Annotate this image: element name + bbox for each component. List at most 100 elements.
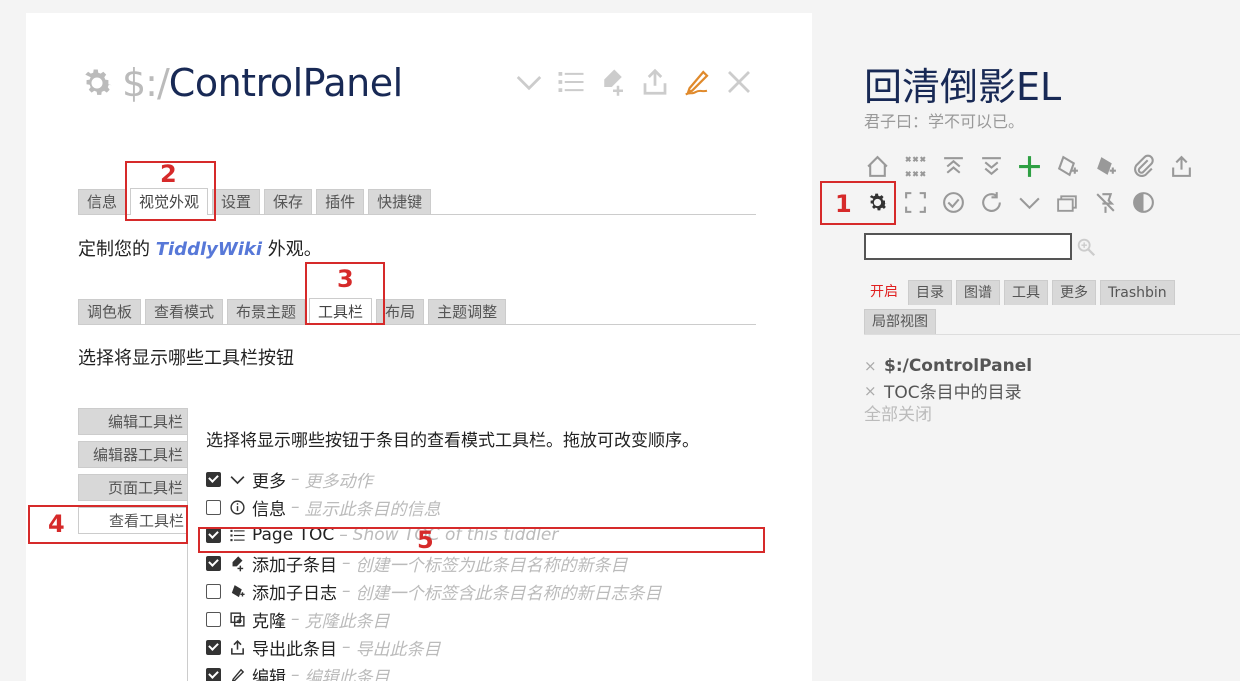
paperclip-icon: [1134, 154, 1154, 177]
open-item-label[interactable]: $:/ControlPanel: [884, 356, 1032, 376]
tiddlywiki-link[interactable]: TiddlyWiki: [156, 239, 262, 260]
new-here-button[interactable]: [596, 65, 630, 99]
edit-icon: [228, 666, 246, 681]
vtab-view-toolbar[interactable]: 查看工具栏: [78, 507, 188, 534]
tiddler-toolbar: [512, 65, 756, 99]
checkbox[interactable]: [206, 639, 221, 655]
option-description: Show TOC of this tiddler: [352, 525, 559, 545]
layout-button[interactable]: [1054, 189, 1081, 216]
checkbox[interactable]: [206, 499, 221, 515]
tab-settings[interactable]: 设置: [212, 189, 261, 214]
close-all-link[interactable]: 全部关闭: [864, 403, 1032, 428]
tab-theme-tweaks[interactable]: 主题调整: [428, 299, 507, 324]
page-toc-button[interactable]: [554, 65, 588, 99]
tab-view-mode[interactable]: 查看模式: [145, 299, 224, 324]
open-item-label[interactable]: TOC条目中的目录: [884, 378, 1022, 403]
close-item-icon[interactable]: ×: [864, 382, 877, 400]
clone-icon: [228, 610, 246, 628]
export-button[interactable]: [638, 65, 672, 99]
option-separator: –: [342, 581, 351, 601]
home-button[interactable]: [864, 153, 891, 180]
page-toolbar: [864, 150, 1204, 222]
checkbox[interactable]: [206, 471, 221, 487]
desc1-post: 外观。: [262, 239, 322, 260]
sidebar-tab-more[interactable]: 更多: [1052, 280, 1096, 305]
checkbox[interactable]: [206, 555, 221, 571]
toolbar-option-row[interactable]: Page TOC – Show TOC of this tiddler: [206, 521, 806, 549]
fullscreen-button[interactable]: [902, 189, 929, 216]
check-circle-icon: [943, 191, 964, 213]
toolbar-option-row[interactable]: 信息 – 显示此条目的信息: [206, 493, 806, 521]
unpin-icon: [1096, 192, 1115, 213]
more-page-button[interactable]: [1016, 189, 1043, 216]
no-tags-button[interactable]: [1092, 189, 1119, 216]
toolbar-option-row[interactable]: 添加子条目 – 创建一个标签为此条目名称的新条目: [206, 549, 806, 577]
fullscreen-icon: [905, 191, 926, 213]
option-separator: –: [339, 525, 348, 545]
tab-theme[interactable]: 布景主题: [227, 299, 306, 324]
gear-icon: [85, 69, 112, 95]
open-item-toc[interactable]: × TOC条目中的目录: [864, 378, 1032, 404]
import-button[interactable]: [1130, 153, 1157, 180]
tiddler-control-panel: $:/ ControlPanel 信息 视觉外观 设置 保存 插件 快捷键 定制…: [26, 13, 812, 681]
new-tiddler-button[interactable]: [1016, 153, 1043, 180]
chevron-down-icon: [1019, 197, 1040, 209]
new-journal-icon: [1057, 155, 1078, 176]
toolbar-option-row[interactable]: 更多 – 更多动作: [206, 465, 806, 493]
sidebar-tab-trashbin[interactable]: Trashbin: [1100, 280, 1175, 305]
sidebar-tab-open[interactable]: 开启: [864, 280, 904, 305]
vtab-editor-toolbar[interactable]: 编辑器工具栏: [78, 441, 187, 468]
view-toolbar-panel: 选择将显示哪些按钮于条目的查看模式工具栏。拖放可改变顺序。 更多 – 更多动作 信息 –…: [206, 426, 806, 681]
tab-info[interactable]: 信息: [78, 189, 127, 214]
edit-button[interactable]: [680, 65, 714, 99]
sidebar-tab-local-view[interactable]: 局部视图: [864, 309, 936, 334]
toolbar-button-list: 更多 – 更多动作 信息 – 显示此条目的信息 Page TOC – Show TOC of t…: [206, 465, 806, 681]
toolbar-option-row[interactable]: 克隆 – 克隆此条目: [206, 605, 806, 633]
fold-all-button[interactable]: [940, 153, 967, 180]
close-all-button[interactable]: [902, 153, 929, 180]
search-input[interactable]: [864, 233, 1072, 260]
search-icon[interactable]: [1075, 236, 1097, 258]
done-button[interactable]: [940, 189, 967, 216]
sidebar-tab-tools[interactable]: 工具: [1004, 280, 1048, 305]
sidebar-tab-graph[interactable]: 图谱: [956, 280, 1000, 305]
new-image-icon: [1097, 156, 1116, 175]
option-label: 编辑: [252, 667, 286, 681]
tab-saving[interactable]: 保存: [264, 189, 313, 214]
checkbox[interactable]: [206, 527, 221, 543]
option-label: 更多: [252, 471, 286, 492]
toolbar-option-row[interactable]: 添加子日志 – 创建一个标签含此条目名称的新日志条目: [206, 577, 806, 605]
checkbox[interactable]: [206, 583, 221, 599]
chevron-down-icon: [516, 76, 542, 91]
close-button[interactable]: [722, 65, 756, 99]
checkbox[interactable]: [206, 667, 221, 681]
unfold-all-button[interactable]: [978, 153, 1005, 180]
list-icon: [558, 72, 584, 92]
close-item-icon[interactable]: ×: [864, 357, 877, 375]
fold-all-icon: [944, 156, 963, 174]
tab-layout[interactable]: 布局: [376, 299, 425, 324]
tab-toolbars[interactable]: 工具栏: [309, 298, 373, 325]
title-prefix: $:/: [122, 61, 170, 105]
more-button[interactable]: [512, 65, 546, 99]
tab-appearance[interactable]: 视觉外观: [130, 188, 209, 215]
tab-plugins[interactable]: 插件: [316, 189, 365, 214]
new-journal-button[interactable]: [1054, 153, 1081, 180]
open-item-controlpanel[interactable]: × $:/ControlPanel: [864, 353, 1032, 378]
checkbox[interactable]: [206, 611, 221, 627]
sidebar-tab-toc[interactable]: 目录: [908, 280, 952, 305]
tab-palette[interactable]: 调色板: [78, 299, 142, 324]
vtab-page-toolbar[interactable]: 页面工具栏: [78, 474, 187, 501]
tab-shortcuts[interactable]: 快捷键: [368, 189, 432, 214]
toolbar-option-row[interactable]: 编辑 – 编辑此条目: [206, 661, 806, 681]
export-all-button[interactable]: [1168, 153, 1195, 180]
option-description: 更多动作: [304, 471, 373, 492]
toolbar-option-row[interactable]: 导出此条目 – 导出此条目: [206, 633, 806, 661]
theme-button[interactable]: [1130, 189, 1157, 216]
page-toolbar-row-1: [864, 150, 1204, 182]
new-image-button[interactable]: [1092, 153, 1119, 180]
control-panel-button[interactable]: [864, 189, 891, 216]
refresh-button[interactable]: [978, 189, 1005, 216]
vtab-edit-toolbar[interactable]: 编辑工具栏: [78, 408, 187, 435]
annotation-label-1: 1: [835, 190, 852, 218]
